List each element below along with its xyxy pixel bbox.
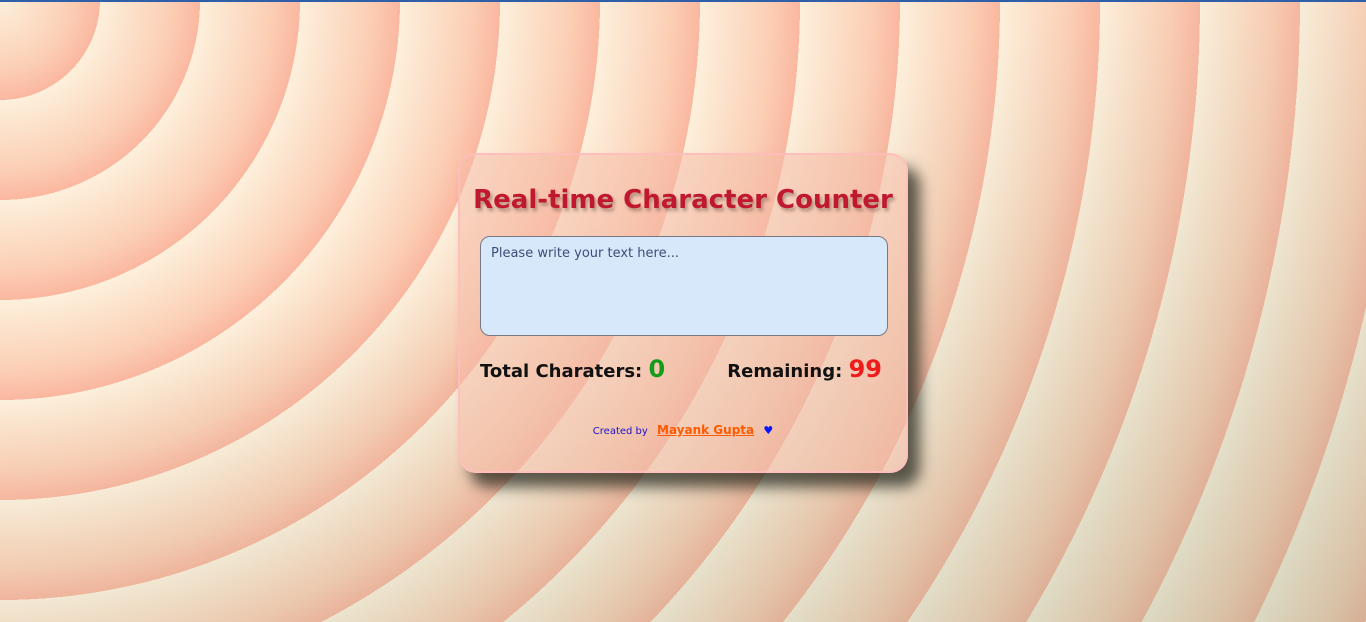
total-characters-value: 0 [648,355,666,383]
footer: Created by Mayank Gupta ♥ [460,423,906,437]
remaining-label: Remaining: [727,361,843,382]
remaining-characters: Remaining: 99 [727,355,882,383]
remaining-value: 99 [848,355,882,383]
text-input[interactable] [480,236,888,336]
heart-icon: ♥ [763,424,774,437]
total-characters-label: Total Charaters: [480,361,643,382]
page-title: Real-time Character Counter [473,185,893,215]
author-link[interactable]: Mayank Gupta [657,423,754,437]
created-by-text: Created by [592,426,648,437]
counter-card: Real-time Character Counter Total Charat… [458,153,908,473]
total-characters: Total Charaters: 0 [480,355,665,383]
